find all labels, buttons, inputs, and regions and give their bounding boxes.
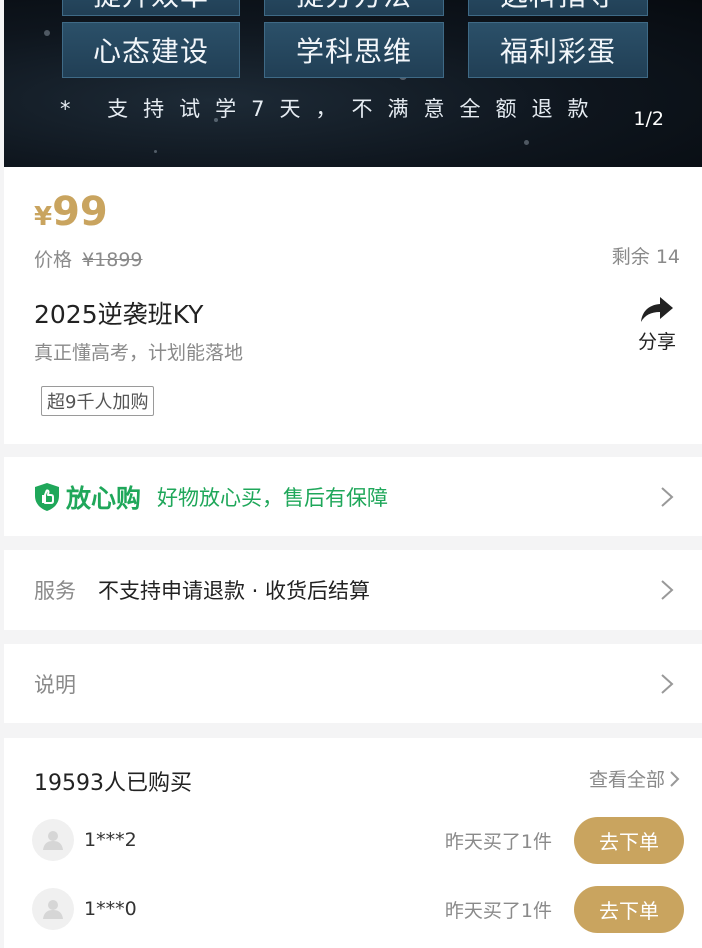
buyer-name: 1***2	[84, 829, 137, 851]
chevron-right-icon	[661, 673, 674, 694]
description-row[interactable]: 说明	[4, 644, 702, 723]
share-button[interactable]: 分享	[634, 295, 680, 354]
guarantee-row[interactable]: 放心购 好物放心买，售后有保障	[4, 457, 702, 536]
place-order-button[interactable]: 去下单	[574, 885, 684, 933]
buyers-count-badge: 超9千人加购	[41, 386, 155, 416]
guarantee-description: 好物放心买，售后有保障	[157, 485, 389, 510]
view-all-label: 查看全部	[588, 769, 665, 791]
buyer-row: 1***2 昨天买了1件 去下单	[32, 816, 684, 864]
banner-tag: 提升效率	[62, 0, 240, 16]
view-all-link[interactable]: 查看全部	[589, 765, 680, 792]
price-value: 99	[52, 189, 108, 235]
banner-tag: 选科指导	[468, 0, 648, 16]
stock-remaining: 剩余 14	[611, 246, 680, 268]
banner-tag: 学科思维	[264, 22, 444, 78]
banner-tag: 心态建设	[62, 22, 240, 78]
chevron-right-icon	[661, 486, 674, 507]
service-label: 服务	[34, 579, 76, 603]
buyer-row: 1***0 昨天买了1件 去下单	[32, 885, 684, 933]
service-value: 不支持申请退款 · 收货后结算	[98, 579, 371, 603]
user-icon	[43, 831, 63, 850]
banner-tag: 福利彩蛋	[468, 22, 648, 78]
currency-symbol: ¥	[34, 202, 53, 232]
chevron-right-icon	[670, 770, 680, 787]
product-subtitle: 真正懂高考，计划能落地	[34, 342, 244, 364]
avatar	[32, 888, 74, 930]
chevron-right-icon	[661, 580, 674, 600]
user-icon	[43, 900, 63, 919]
guarantee-title: 放心购	[66, 483, 142, 513]
buyer-purchase-time: 昨天买了1件	[444, 830, 552, 853]
banner-tag: 提分方法	[264, 0, 444, 16]
original-price: 价格 ¥1899	[34, 245, 143, 272]
buyer-purchase-time: 昨天买了1件	[444, 899, 552, 922]
share-label: 分享	[637, 331, 676, 353]
place-order-button[interactable]: 去下单	[574, 816, 684, 864]
current-price: ¥99	[34, 189, 108, 235]
service-row[interactable]: 服务 不支持申请退款 · 收货后结算	[4, 550, 702, 630]
product-banner-carousel[interactable]: 提升效率 提分方法 选科指导 心态建设 学科思维 福利彩蛋 * 支持试学7天，不…	[4, 0, 702, 167]
buyer-name: 1***0	[84, 898, 137, 920]
recent-purchases-section: 19593人已购买 查看全部 1***2 昨天买了1件 去下单 1***0 昨天…	[4, 738, 702, 948]
carousel-page-indicator: 1/2	[633, 108, 664, 130]
shield-icon	[35, 482, 59, 511]
description-label: 说明	[34, 672, 76, 697]
avatar	[32, 819, 74, 861]
purchase-count: 19593人已购买	[34, 771, 192, 796]
product-info-card: ¥99 价格 ¥1899 剩余 14 2025逆袭班KY 真正懂高考，计划能落地…	[4, 167, 702, 444]
banner-tagline: * 支持试学7天，不满意全额退款	[60, 97, 604, 121]
share-icon	[641, 297, 673, 322]
product-title: 2025逆袭班KY	[34, 300, 204, 329]
original-price-label: 价格	[34, 249, 73, 271]
original-price-value: ¥1899	[82, 249, 143, 271]
